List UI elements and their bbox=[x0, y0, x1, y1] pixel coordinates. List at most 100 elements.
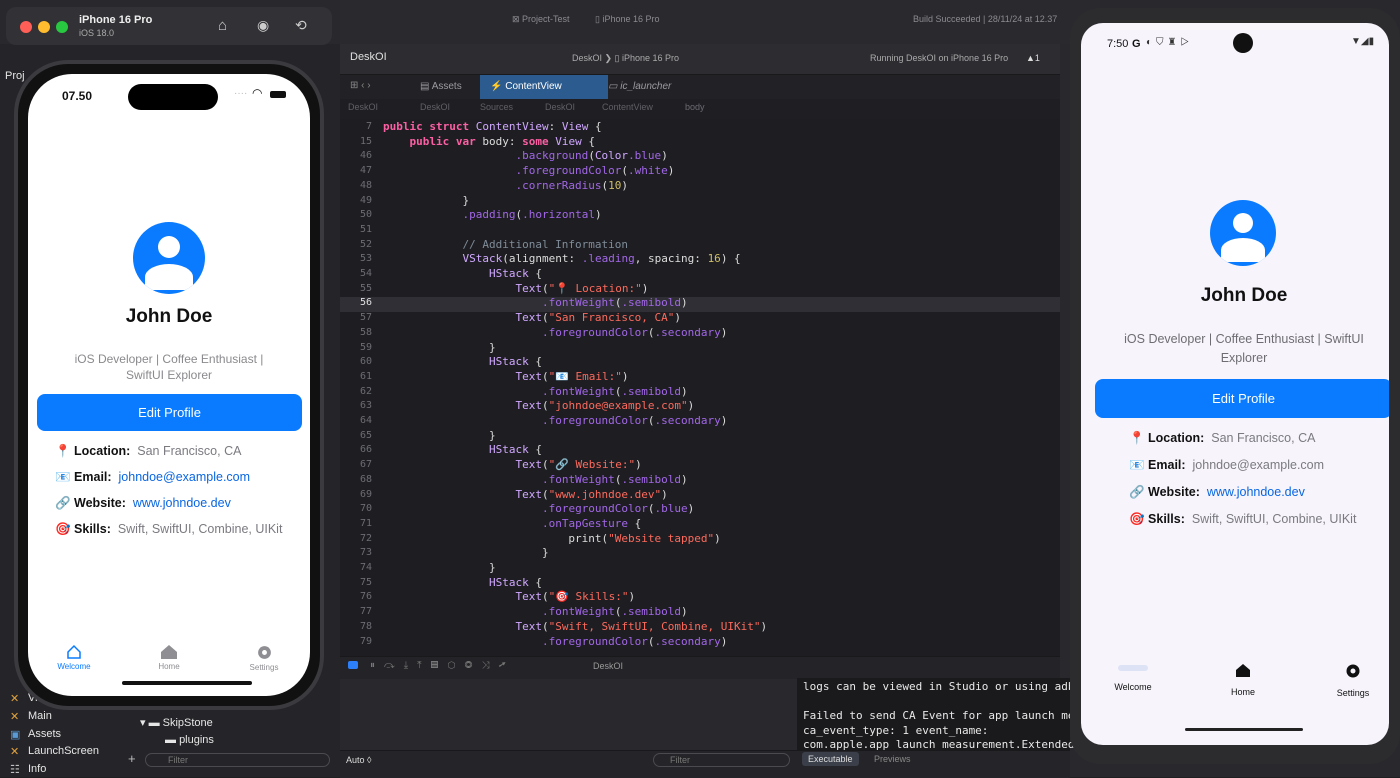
console-output[interactable]: logs can be viewed in Studio or using ad… bbox=[797, 678, 1075, 751]
add-icon[interactable]: + bbox=[128, 751, 136, 766]
home-icon[interactable]: ⌂ bbox=[218, 17, 227, 34]
code-line: } bbox=[383, 340, 496, 354]
website-row: 🔗 Website: www.johndoe.dev bbox=[55, 496, 231, 511]
profile-bio-line2: SwiftUI Explorer bbox=[125, 368, 213, 382]
warning-count: 1 bbox=[1034, 53, 1040, 63]
zoom-button[interactable] bbox=[56, 21, 68, 33]
profile-name: John Doe bbox=[125, 306, 213, 327]
nav-item-launchscreen[interactable]: LaunchScreen bbox=[28, 745, 99, 757]
android-email-row: 📧 Email: johndoe@example.com bbox=[1129, 458, 1324, 473]
jump-crumb[interactable]: Sources bbox=[480, 102, 513, 112]
tab-previews[interactable]: Previews bbox=[874, 754, 911, 764]
editor-tabs: ⊞ ‹ › ▤ Assets ⚡ ContentView ▭ ic_launch… bbox=[340, 75, 1060, 100]
jump-crumb[interactable]: ContentView bbox=[602, 102, 653, 112]
android-website-link[interactable]: www.johndoe.dev bbox=[1207, 485, 1305, 499]
nav-item-main[interactable]: Main bbox=[28, 710, 52, 722]
android-tab-home[interactable]: Home bbox=[1213, 663, 1273, 700]
navigator-filter[interactable]: Filter bbox=[145, 753, 330, 767]
swift-file-icon: ✕ bbox=[10, 693, 20, 705]
device-crumb[interactable]: ▯ iPhone 16 Pro bbox=[595, 14, 660, 25]
email-link[interactable]: johndoe@example.com bbox=[119, 470, 251, 484]
variables-filter[interactable]: Filter bbox=[653, 753, 790, 767]
android-tab-welcome-label: Welcome bbox=[1114, 682, 1152, 692]
code-line: .fontWeight(.semibold) bbox=[541, 472, 688, 486]
code-line: HStack { bbox=[488, 355, 542, 369]
warning-badge[interactable]: ▲1 bbox=[1026, 53, 1040, 63]
editor-toolbar: DeskOI DeskOI ❯ ▯ iPhone 16 Pro Running … bbox=[340, 44, 1060, 75]
jump-crumb[interactable]: DeskOI bbox=[420, 102, 450, 112]
line-number: 55 bbox=[359, 282, 372, 294]
code-line: HStack { bbox=[488, 443, 542, 457]
android-skills-row: 🎯 Skills: Swift, SwiftUI, Combine, UIKit bbox=[1129, 512, 1356, 527]
edit-profile-button[interactable]: Edit Profile bbox=[37, 394, 302, 431]
code-line: public var body: some View { bbox=[409, 134, 595, 148]
jump-crumb[interactable]: body bbox=[685, 102, 705, 112]
website-link[interactable]: www.johndoe.dev bbox=[133, 496, 231, 510]
nav-item-assets[interactable]: Assets bbox=[28, 728, 61, 740]
build-status: Build Succeeded | 28/11/24 at 12.37 bbox=[913, 14, 1058, 24]
iphone-screen: 07.50 ···· ◠ John Doe iOS Developer | Co… bbox=[28, 74, 310, 696]
code-line: .foregroundColor(.secondary) bbox=[541, 325, 728, 339]
folder-skipstone[interactable]: ▾ ▬ SkipStone bbox=[140, 716, 213, 729]
line-number: 65 bbox=[359, 429, 372, 441]
console-toggle-icon[interactable] bbox=[348, 661, 358, 669]
minimize-button[interactable] bbox=[38, 21, 50, 33]
notification-icons: ◐⛉♜▷ bbox=[1146, 37, 1194, 48]
screenshot-icon[interactable]: ◉ bbox=[257, 17, 269, 34]
android-frame: 7:50 G ◐⛉♜▷ ▼◢▮ John Doe iOS Developer |… bbox=[1070, 8, 1400, 764]
code-line: Text("📍 Location:") bbox=[515, 281, 649, 295]
swift-file-icon: ✕ bbox=[10, 711, 20, 723]
tab-home[interactable]: Home bbox=[134, 644, 204, 671]
line-number: 62 bbox=[359, 385, 372, 397]
home-indicator bbox=[122, 681, 252, 685]
folder-plugins[interactable]: ▬ plugins bbox=[165, 734, 214, 746]
debug-controls[interactable]: ⏸⤼⤓⤒▤⬡◎⤨➚ bbox=[370, 660, 515, 671]
location-row: 📍 Location: San Francisco, CA bbox=[55, 444, 241, 459]
auto-selector[interactable]: Auto ◊ bbox=[346, 755, 371, 765]
storyboard-icon: ✕ bbox=[10, 746, 20, 758]
line-number: 60 bbox=[359, 356, 372, 368]
code-line: } bbox=[383, 193, 470, 207]
android-skills-value: Swift, SwiftUI, Combine, UIKit bbox=[1191, 512, 1357, 526]
close-button[interactable] bbox=[20, 21, 32, 33]
line-number: 57 bbox=[359, 312, 372, 324]
jump-crumb[interactable]: DeskOI bbox=[348, 102, 378, 112]
line-number: 46 bbox=[359, 150, 372, 162]
nav-item-info[interactable]: Info bbox=[28, 763, 46, 775]
android-screen: 7:50 G ◐⛉♜▷ ▼◢▮ John Doe iOS Developer |… bbox=[1081, 23, 1389, 745]
toolbar-scheme-label: DeskOI bbox=[572, 53, 603, 63]
bottom-status-bar: Auto ◊ Filter Executable Previews bbox=[340, 750, 1070, 778]
email-row: 📧 Email: johndoe@example.com bbox=[55, 470, 250, 485]
android-location-row: 📍 Location: San Francisco, CA bbox=[1129, 431, 1315, 446]
android-location-value: San Francisco, CA bbox=[1211, 431, 1316, 445]
status-time: 07.50 bbox=[62, 89, 93, 103]
toolbar-scheme[interactable]: DeskOI ❯ ▯ iPhone 16 Pro bbox=[572, 53, 679, 64]
code-line: Text("🎯 Skills:") bbox=[515, 590, 636, 604]
tab-welcome[interactable]: Welcome bbox=[39, 644, 109, 671]
xcode-titlebar: ⊠ Project-Test ▯ iPhone 16 Pro Build Suc… bbox=[340, 0, 1100, 44]
home-icon bbox=[1236, 664, 1250, 677]
tab-ic-launcher[interactable]: ▭ ic_launcher bbox=[598, 75, 748, 99]
line-number: 74 bbox=[359, 562, 372, 573]
tab-contentview[interactable]: ⚡ ContentView bbox=[480, 75, 608, 99]
jump-crumb[interactable]: DeskOI bbox=[545, 102, 575, 112]
tab-grid-icon[interactable]: ⊞ ‹ › bbox=[350, 80, 371, 91]
android-edit-profile-button[interactable]: Edit Profile bbox=[1095, 379, 1389, 418]
tab-welcome-label: Welcome bbox=[57, 662, 91, 671]
tab-settings[interactable]: Settings bbox=[229, 644, 299, 672]
code-line: } bbox=[383, 428, 496, 442]
android-gesture-bar bbox=[1185, 728, 1303, 731]
rotate-icon[interactable]: ⟲ bbox=[295, 17, 307, 34]
line-number: 59 bbox=[359, 341, 372, 353]
code-editor[interactable]: 7 public struct ContentView: View {15 pub… bbox=[340, 119, 1060, 656]
tab-contentview-label: ContentView bbox=[505, 81, 562, 92]
code-line: .foregroundColor(.secondary) bbox=[541, 414, 728, 427]
battery-icon bbox=[270, 91, 286, 98]
house-fill-icon bbox=[161, 645, 177, 659]
scheme-crumb[interactable]: ⊠ Project-Test bbox=[512, 14, 570, 25]
android-tab-home-label: Home bbox=[1230, 687, 1255, 697]
tab-executable[interactable]: Executable bbox=[802, 752, 859, 766]
android-tab-welcome[interactable]: Welcome bbox=[1103, 663, 1163, 695]
console-line: Failed to send CA Event for app launch m… bbox=[803, 709, 1075, 722]
android-tab-settings[interactable]: Settings bbox=[1323, 663, 1383, 701]
